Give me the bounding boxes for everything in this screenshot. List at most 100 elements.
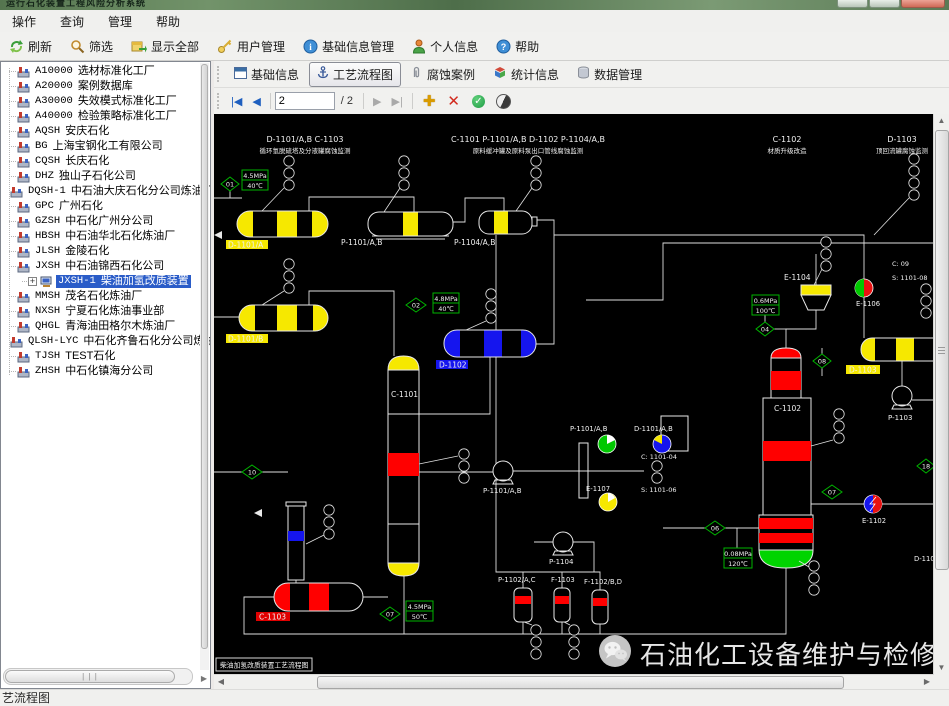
tab-statistics[interactable]: 统计信息 [485, 62, 567, 87]
svg-text:D-1103: D-1103 [887, 135, 916, 144]
tree-item-name: TEST石化 [65, 350, 115, 363]
tree-item-name: 长庆石化 [65, 155, 109, 168]
tree-item[interactable]: QHGL青海油田格尔木炼油厂 [1, 319, 200, 334]
tree-item[interactable]: AQSH安庆石化 [1, 124, 200, 139]
svg-text:P-1104/A,B: P-1104/A,B [454, 238, 495, 247]
tree-item[interactable]: QLSH-LYC中石化齐鲁石化分公司炼油 [1, 334, 200, 349]
svg-text:10: 10 [248, 469, 256, 477]
svg-text:D-1101/A: D-1101/A [228, 241, 264, 250]
previous-page-button[interactable]: ◀ [247, 95, 265, 108]
pump-p1104: P-1104 [549, 532, 574, 566]
process-flow-canvas[interactable]: D-1101/A,B C-1103 循环氢脱硫塔及分液罐腐蚀监测 C-1101 … [214, 114, 934, 675]
show-all-button[interactable]: 显示全部 [122, 35, 208, 58]
scroll-up-arrow-icon[interactable]: ▲ [934, 114, 949, 128]
svg-text:D-1101/B: D-1101/B [228, 335, 263, 344]
tree-item-name: 案例数据库 [78, 80, 133, 93]
svg-text:C-1101: C-1101 [391, 390, 418, 399]
svg-text:0.6MPa: 0.6MPa [754, 297, 778, 305]
tree-item[interactable]: DHZ独山子石化公司 [1, 169, 200, 184]
first-page-button[interactable]: |◀ [226, 95, 247, 108]
tree-vertical-scrollbar[interactable] [200, 63, 209, 670]
status-text: 艺流程图 [2, 691, 50, 705]
scroll-right-arrow-icon[interactable]: ▶ [201, 674, 207, 683]
scroll-left-arrow-icon[interactable]: ◀ [214, 675, 228, 689]
svg-text:120℃: 120℃ [728, 560, 748, 568]
personal-info-button[interactable]: 个人信息 [403, 35, 487, 58]
user-management-button[interactable]: 用户管理 [208, 35, 294, 58]
person-icon [412, 39, 426, 54]
tab-process-flow-diagram[interactable]: 工艺流程图 [309, 62, 401, 87]
tree-item[interactable]: CQSH 长庆石化 [1, 154, 200, 169]
tree-item[interactable]: + JXSH-1柴油加氢改质装置 [1, 274, 200, 289]
tree-item[interactable]: BG上海宝钢化工有限公司 [1, 139, 200, 154]
minimize-button[interactable] [837, 0, 868, 8]
show-all-icon [131, 39, 147, 54]
tree-item[interactable]: DQSH-1中石油大庆石化分公司炼油厂 [1, 184, 200, 199]
hopper-e1104: E-1104 [784, 273, 831, 310]
tree-item-name: 金陵石化 [65, 245, 109, 258]
plant-icon [17, 65, 30, 78]
diagram-vertical-scrollbar[interactable]: ▲ ▼ [933, 114, 949, 675]
delete-record-button[interactable]: ✕ [441, 92, 466, 110]
plant-icon [17, 260, 30, 273]
add-record-button[interactable]: ✚ [417, 92, 442, 110]
tree-item[interactable]: MMSH茂名石化炼油厂 [1, 289, 200, 304]
refresh-button[interactable]: 刷新 [0, 35, 61, 58]
scroll-down-arrow-icon[interactable]: ▼ [934, 661, 949, 675]
menu-query[interactable]: 查询 [48, 11, 96, 32]
next-page-button[interactable]: ▶ [368, 95, 386, 108]
tree-item[interactable]: A20000 案例数据库 [1, 79, 200, 94]
page-total-label: / 2 [335, 95, 359, 107]
expand-plus-icon[interactable]: + [28, 277, 37, 286]
tree-item-code: A20000 [35, 80, 73, 93]
tree-item[interactable]: ZHSH中石化镇海分公司 [1, 364, 200, 379]
tree-item[interactable]: A10000选材标准化工厂 [1, 64, 200, 79]
svg-text:40℃: 40℃ [438, 305, 454, 313]
menu-manage[interactable]: 管理 [96, 11, 144, 32]
close-button[interactable] [901, 0, 945, 8]
filter-button[interactable]: 筛选 [61, 35, 122, 58]
page-number-input[interactable] [275, 92, 335, 110]
maximize-button[interactable] [869, 0, 900, 8]
tree-item-code: DQSH-1 [28, 185, 66, 198]
last-page-button[interactable]: ▶| [387, 95, 408, 108]
tree-item[interactable]: GZSH中石化广州分公司 [1, 214, 200, 229]
svg-text:D-1102: D-1102 [439, 361, 467, 370]
tab-corrosion-cases[interactable]: 腐蚀案例 [403, 62, 483, 87]
menu-operation[interactable]: 操作 [0, 11, 48, 32]
base-info-management-button[interactable]: i 基础信息管理 [294, 35, 403, 58]
tree-item[interactable]: GPC广州石化 [1, 199, 200, 214]
info-icon: i [303, 39, 318, 54]
tab-basic-info[interactable]: 基础信息 [226, 62, 307, 87]
scrollbar-thumb[interactable] [935, 130, 949, 570]
tree-item[interactable]: HBSH中石油华北石化炼油厂 [1, 229, 200, 244]
tree-item[interactable]: JXSH中石油锦西石化公司 [1, 259, 200, 274]
scroll-right-arrow-icon[interactable]: ▶ [920, 675, 934, 689]
scrollbar-thumb[interactable] [201, 64, 208, 649]
plant-tree: A10000选材标准化工厂 A20000 案例数据库 A30000失效模式标准化工… [1, 64, 200, 379]
filter-vessels: P-1102/A,C F-1103 F-1102/B,D [498, 576, 622, 624]
confirm-button[interactable]: ✓ [472, 95, 485, 108]
svg-text:P-1101/A,B: P-1101/A,B [341, 238, 382, 247]
plant-icon [17, 290, 30, 303]
plant-icon [17, 230, 30, 243]
tab-data-management[interactable]: 数据管理 [569, 62, 650, 87]
tree-item[interactable]: A40000检验策略标准化工厂 [1, 109, 200, 124]
help-button[interactable]: ? 帮助 [487, 35, 548, 58]
tree-item[interactable]: NXSH宁夏石化炼油事业部 [1, 304, 200, 319]
drawing-title-block: 柴油加氢改质装置工艺流程图 [216, 658, 312, 671]
tree-item-code: HBSH [35, 230, 60, 243]
vessel-d1103: D-1103 [846, 338, 934, 375]
plant-icon [10, 335, 23, 348]
tree-horizontal-scrollbar[interactable]: | | | [3, 668, 193, 685]
contrast-toggle-icon[interactable] [496, 94, 511, 109]
menu-help[interactable]: 帮助 [144, 11, 192, 32]
scrollbar-thumb[interactable]: | | | [5, 670, 175, 683]
tree-item-code: CQSH [35, 155, 60, 168]
diagram-horizontal-scrollbar[interactable]: ◀ ▶ [214, 674, 934, 689]
tree-item[interactable]: TJSHTEST石化 [1, 349, 200, 364]
scrollbar-thumb[interactable] [317, 676, 844, 689]
tree-item[interactable]: A30000失效模式标准化工厂 [1, 94, 200, 109]
tree-item[interactable]: JLSH金陵石化 [1, 244, 200, 259]
help-icon: ? [496, 39, 511, 54]
